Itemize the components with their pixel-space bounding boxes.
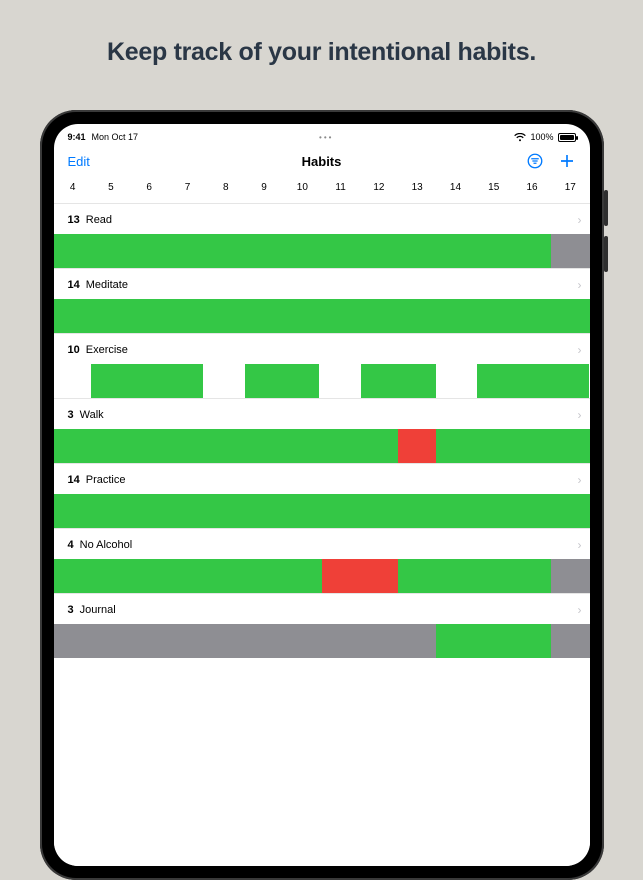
day-column: 6 [130, 182, 168, 193]
habit-row[interactable]: 14 Practice › [54, 463, 590, 528]
habit-row[interactable]: 10 Exercise › [54, 333, 590, 398]
battery-icon [558, 133, 576, 142]
day-column: 7 [168, 182, 206, 193]
day-column: 13 [398, 182, 436, 193]
habit-name: Read [86, 214, 112, 226]
habit-segment-done[interactable] [436, 429, 589, 463]
habit-segment-done[interactable] [245, 364, 324, 398]
habit-track[interactable] [54, 299, 590, 333]
habit-segment-done[interactable] [54, 429, 399, 463]
promo-headline: Keep track of your intentional habits. [0, 0, 643, 67]
day-column: 14 [436, 182, 474, 193]
chevron-right-icon: › [578, 343, 582, 357]
habit-segment-done[interactable] [54, 299, 590, 333]
wifi-icon [514, 133, 526, 142]
day-column: 8 [207, 182, 245, 193]
habit-segment-done[interactable] [477, 364, 589, 398]
habit-row[interactable]: 13 Read › [54, 203, 590, 268]
habit-header[interactable]: 14 Practice › [54, 464, 590, 494]
habit-streak-count: 3 [68, 604, 74, 616]
habit-header[interactable]: 10 Exercise › [54, 334, 590, 364]
habit-track[interactable] [54, 624, 590, 658]
day-column: 12 [360, 182, 398, 193]
habit-segment-empty[interactable] [207, 364, 244, 398]
habit-segment-done[interactable] [436, 624, 551, 658]
habit-streak-count: 14 [68, 279, 80, 291]
habit-track[interactable] [54, 559, 590, 593]
device-side-button [604, 190, 608, 226]
status-bar: 9:41 Mon Oct 17 ••• 100% [54, 128, 590, 146]
habit-header[interactable]: 13 Read › [54, 204, 590, 234]
page-title: Habits [302, 154, 342, 169]
habit-track[interactable] [54, 234, 590, 268]
habit-streak-count: 3 [68, 409, 74, 421]
nav-bar: Edit Habits [54, 146, 590, 176]
habit-name: Meditate [86, 279, 128, 291]
habit-name: Journal [80, 604, 116, 616]
status-date: Mon Oct 17 [92, 132, 139, 142]
habit-segment-empty[interactable] [440, 364, 477, 398]
habit-header[interactable]: 3 Walk › [54, 399, 590, 429]
chevron-right-icon: › [578, 213, 582, 227]
status-right: 100% [514, 132, 575, 142]
day-column: 4 [54, 182, 92, 193]
habit-segment-na[interactable] [551, 234, 589, 268]
habit-name: Exercise [86, 344, 128, 356]
habit-header[interactable]: 14 Meditate › [54, 269, 590, 299]
screen: 9:41 Mon Oct 17 ••• 100% Edit Habits [54, 124, 590, 866]
chevron-right-icon: › [578, 473, 582, 487]
status-multitask-dots: ••• [138, 133, 514, 142]
habit-segment-na[interactable] [551, 559, 589, 593]
habit-name: No Alcohol [80, 539, 133, 551]
day-column: 11 [321, 182, 359, 193]
habit-streak-count: 13 [68, 214, 80, 226]
habit-streak-count: 10 [68, 344, 80, 356]
habit-streak-count: 14 [68, 474, 80, 486]
habit-segment-na[interactable] [54, 624, 437, 658]
habit-header[interactable]: 4 No Alcohol › [54, 529, 590, 559]
habit-row[interactable]: 4 No Alcohol › [54, 528, 590, 593]
habit-name: Practice [86, 474, 126, 486]
habit-track[interactable] [54, 429, 590, 463]
chevron-right-icon: › [578, 538, 582, 552]
habit-track[interactable] [54, 494, 590, 528]
habit-streak-count: 4 [68, 539, 74, 551]
chevron-right-icon: › [578, 278, 582, 292]
device-frame: 9:41 Mon Oct 17 ••• 100% Edit Habits [40, 110, 604, 880]
device-side-button [604, 236, 608, 272]
chevron-right-icon: › [578, 603, 582, 617]
habit-row[interactable]: 3 Walk › [54, 398, 590, 463]
habit-header[interactable]: 3 Journal › [54, 594, 590, 624]
habit-segment-miss[interactable] [322, 559, 399, 593]
day-column: 10 [283, 182, 321, 193]
status-left: 9:41 Mon Oct 17 [68, 132, 139, 142]
habit-segment-na[interactable] [551, 624, 589, 658]
habits-list: 13 Read › 14 Meditate › 10 Exercise › 3 Walk › 14 Pra… [54, 203, 590, 866]
day-column: 5 [92, 182, 130, 193]
habit-track[interactable] [54, 364, 590, 398]
habit-segment-done[interactable] [398, 559, 551, 593]
day-column: 16 [513, 182, 551, 193]
habit-segment-done[interactable] [54, 559, 322, 593]
habit-segment-done[interactable] [54, 234, 552, 268]
edit-button[interactable]: Edit [68, 154, 90, 169]
day-header: 4567891011121314151617 [54, 176, 590, 203]
habit-segment-done[interactable] [361, 364, 440, 398]
habit-segment-empty[interactable] [323, 364, 360, 398]
day-column: 9 [245, 182, 283, 193]
habit-row[interactable]: 3 Journal › [54, 593, 590, 658]
add-button[interactable] [558, 152, 576, 170]
habit-segment-done[interactable] [54, 494, 590, 528]
status-battery-pct: 100% [530, 132, 553, 142]
day-column: 15 [475, 182, 513, 193]
habit-name: Walk [80, 409, 104, 421]
habit-segment-miss[interactable] [398, 429, 436, 463]
habit-segment-empty[interactable] [54, 364, 91, 398]
habit-segment-done[interactable] [91, 364, 207, 398]
chevron-right-icon: › [578, 408, 582, 422]
filter-button[interactable] [526, 152, 544, 170]
status-time: 9:41 [68, 132, 86, 142]
day-column: 17 [551, 182, 589, 193]
habit-row[interactable]: 14 Meditate › [54, 268, 590, 333]
